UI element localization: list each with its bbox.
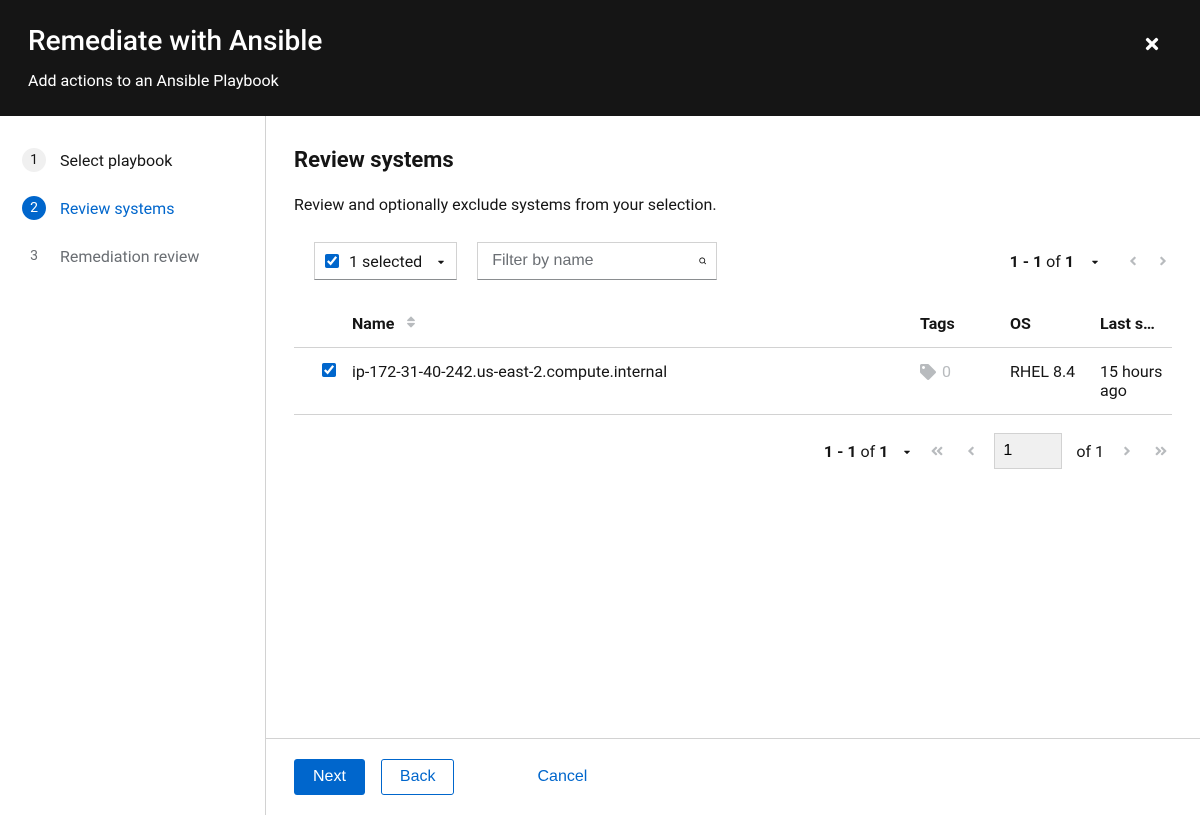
sort-icon (406, 314, 416, 333)
modal-subtitle: Add actions to an Ansible Playbook (28, 71, 1172, 90)
prev-page-button[interactable] (962, 440, 980, 462)
cell-tags[interactable]: 0 (920, 362, 994, 381)
modal: Remediate with Ansible Add actions to an… (0, 0, 1200, 815)
step-number: 2 (22, 196, 46, 220)
column-name[interactable]: Name (344, 300, 912, 348)
step-label: Select playbook (60, 151, 172, 170)
cell-name: ip-172-31-40-242.us-east-2.compute.inter… (344, 348, 912, 415)
cancel-button[interactable]: Cancel (518, 759, 606, 795)
search-icon (699, 253, 706, 269)
step-label: Review systems (60, 199, 174, 218)
pagination-bottom: 1 - 1 of 1 of (294, 415, 1172, 469)
page-description: Review and optionally exclude systems fr… (294, 195, 1172, 214)
pagination-range: 1 - 1 of 1 (1010, 252, 1074, 271)
close-icon (1143, 35, 1161, 53)
per-page-dropdown[interactable] (1090, 252, 1100, 271)
column-os[interactable]: OS (1002, 300, 1092, 348)
caret-down-icon (436, 252, 446, 271)
filter-input[interactable] (492, 252, 699, 270)
main-content: Review systems Review and optionally exc… (266, 116, 1200, 738)
next-page-button[interactable] (1118, 440, 1136, 462)
footer: Next Back Cancel (266, 738, 1200, 815)
last-page-button[interactable] (1150, 440, 1172, 462)
table-row: ip-172-31-40-242.us-east-2.compute.inter… (294, 348, 1172, 415)
next-page-button[interactable] (1154, 250, 1172, 272)
systems-table: Name Tags OS Last s… (294, 300, 1172, 415)
prev-page-button[interactable] (1124, 250, 1142, 272)
step-number: 1 (22, 148, 46, 172)
close-button[interactable] (1140, 32, 1164, 56)
page-title: Review systems (294, 148, 1172, 173)
tag-icon (920, 364, 936, 380)
first-page-button[interactable] (926, 440, 948, 462)
per-page-dropdown[interactable] (902, 442, 912, 461)
cell-last-seen: 15 hours ago (1092, 348, 1172, 415)
next-button[interactable]: Next (294, 759, 365, 795)
back-button[interactable]: Back (381, 759, 455, 795)
filter-by-name[interactable] (477, 242, 717, 280)
wizard-nav: 1 Select playbook 2 Review systems 3 Rem… (0, 116, 266, 815)
column-last-seen[interactable]: Last s… (1092, 300, 1172, 348)
modal-body: 1 Select playbook 2 Review systems 3 Rem… (0, 116, 1200, 815)
step-label: Remediation review (60, 247, 199, 266)
pagination-top: 1 - 1 of 1 (1010, 250, 1172, 272)
row-checkbox[interactable] (322, 363, 336, 377)
modal-header: Remediate with Ansible Add actions to an… (0, 0, 1200, 116)
bulk-select-label: 1 selected (349, 252, 422, 271)
main-panel: Review systems Review and optionally exc… (266, 116, 1200, 815)
modal-title: Remediate with Ansible (28, 24, 1172, 57)
wizard-step-remediation-review[interactable]: 3 Remediation review (22, 236, 265, 276)
cell-os: RHEL 8.4 (1002, 348, 1092, 415)
table-header-row: Name Tags OS Last s… (294, 300, 1172, 348)
pagination-range: 1 - 1 of 1 (824, 442, 888, 461)
step-number: 3 (22, 244, 46, 268)
wizard-step-select-playbook[interactable]: 1 Select playbook (22, 140, 265, 180)
page-number-input[interactable] (994, 433, 1062, 469)
column-tags[interactable]: Tags (912, 300, 1002, 348)
toolbar: 1 selected 1 - 1 of (294, 242, 1172, 280)
bulk-select-dropdown[interactable]: 1 selected (314, 242, 457, 280)
bulk-select-checkbox[interactable] (325, 254, 339, 268)
wizard-step-review-systems[interactable]: 2 Review systems (22, 188, 265, 228)
